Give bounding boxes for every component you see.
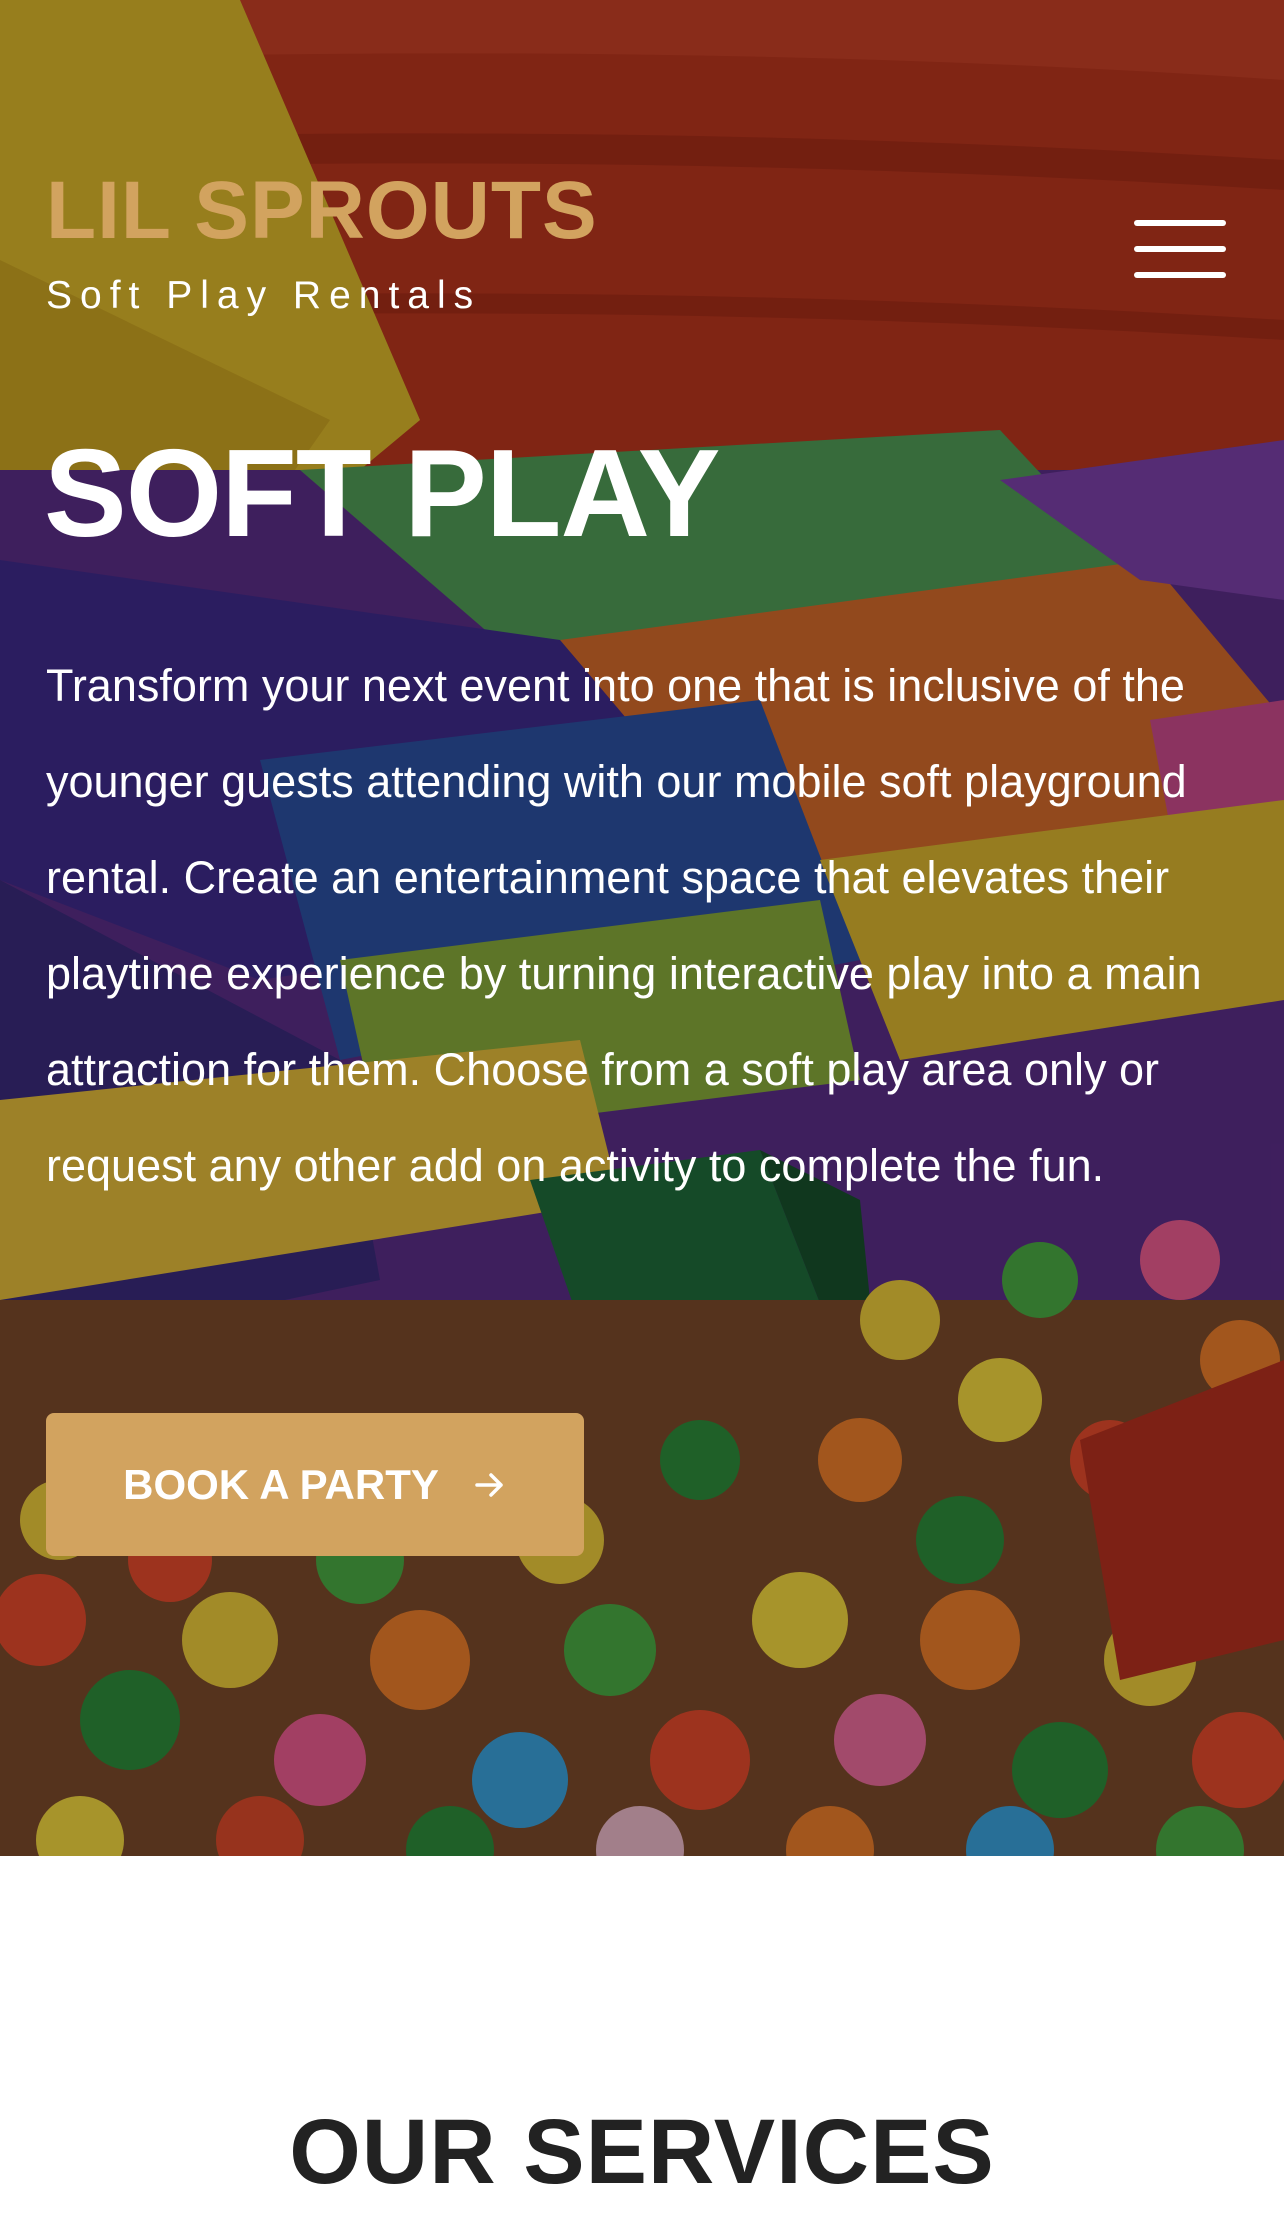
book-a-party-button[interactable]: BOOK A PARTY bbox=[46, 1413, 584, 1556]
services-section-title: OUR SERVICES bbox=[289, 2101, 995, 2203]
brand-name: LIL SPROUTS bbox=[46, 165, 598, 256]
book-a-party-label: BOOK A PARTY bbox=[123, 1460, 439, 1508]
hamburger-menu-icon[interactable] bbox=[1134, 220, 1226, 278]
hero-description: Transform your next event into one that … bbox=[46, 660, 1202, 1191]
brand-tagline: Soft Play Rentals bbox=[46, 274, 482, 317]
hero-section: LIL SPROUTS Soft Play Rentals SOFT PLAY … bbox=[0, 0, 1284, 1856]
site-logo[interactable]: LIL SPROUTS Soft Play Rentals bbox=[46, 165, 598, 317]
arrow-right-icon bbox=[475, 1472, 503, 1497]
page-title: SOFT PLAY bbox=[44, 425, 720, 563]
